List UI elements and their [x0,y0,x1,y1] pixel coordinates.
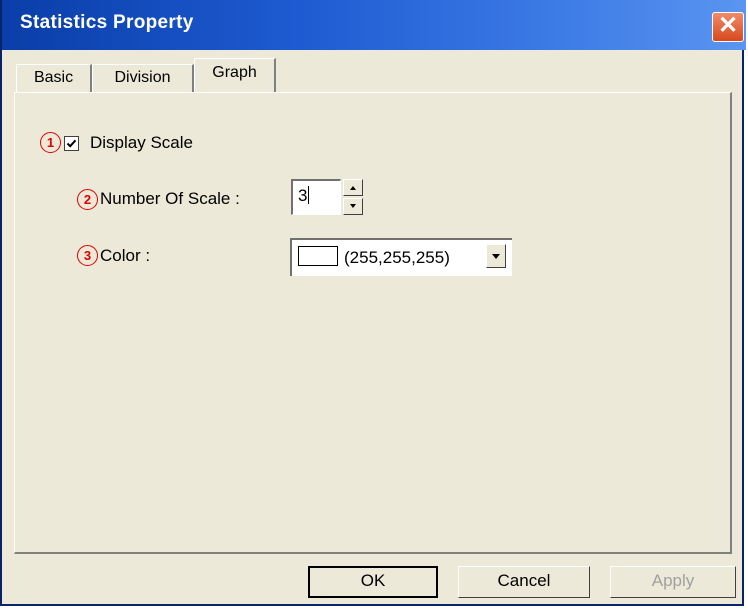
annotation-marker-1: 1 [40,132,61,153]
tab-division-label: Division [114,69,171,86]
dropdown-button[interactable] [486,244,506,268]
dialog-window: Statistics Property ✕ Basic Division Gra… [0,0,746,606]
tab-basic-label: Basic [33,69,74,86]
number-of-scale-label: Number Of Scale : [100,189,240,208]
number-of-scale-value: 3 [298,186,308,205]
display-scale-label: Display Scale [90,133,193,152]
cancel-button-label: Cancel [497,571,551,590]
tab-division[interactable]: Division [92,64,194,92]
tab-basic[interactable]: Basic [16,64,92,92]
ok-button[interactable]: OK [308,566,438,598]
title-bar[interactable]: Statistics Property ✕ [2,0,746,50]
tab-graph-label: Graph [212,64,257,81]
cancel-button[interactable]: Cancel [458,566,590,598]
chevron-down-icon [492,254,500,259]
annotation-marker-2: 2 [77,189,98,210]
color-value: (255,255,255) [344,248,450,267]
text-cursor [308,186,310,204]
tab-panel-graph [14,92,732,554]
number-of-scale-input[interactable]: 3 [291,179,341,215]
tab-graph[interactable]: Graph [194,58,276,92]
color-swatch [298,246,338,266]
apply-button-label: Apply [651,571,695,590]
ok-button-label: OK [360,571,386,590]
spin-down-button[interactable] [343,198,363,215]
arrow-down-icon [350,204,356,208]
check-icon [66,139,77,148]
color-dropdown[interactable]: (255,255,255) [290,238,512,276]
arrow-up-icon [350,186,356,190]
annotation-marker-3: 3 [77,245,98,266]
close-button[interactable]: ✕ [712,12,744,42]
apply-button[interactable]: Apply [610,566,736,598]
spin-up-button[interactable] [343,179,363,196]
close-icon: ✕ [717,12,739,39]
display-scale-checkbox[interactable] [64,136,79,151]
window-title: Statistics Property [20,12,194,33]
color-label: Color : [100,246,151,265]
